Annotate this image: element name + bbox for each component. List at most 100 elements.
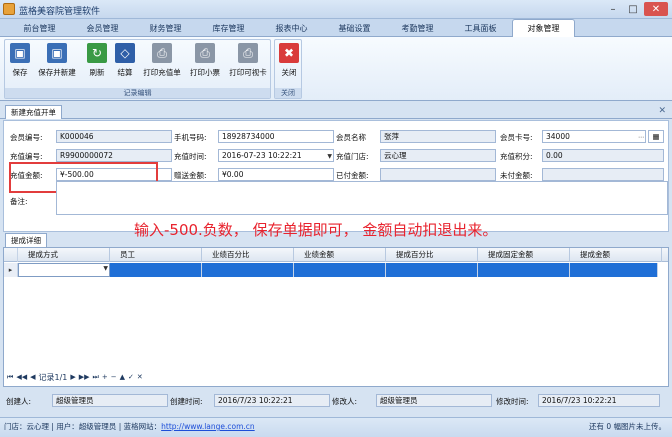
recharge-no-field[interactable]: R9900000072 [56,149,172,162]
status-store: 云心理 [26,422,50,431]
gift-amount-label: 赠送金额: [174,171,207,180]
performance-percent-cell[interactable] [202,263,294,277]
print-receipt-button[interactable]: ⎙ 打印小票 [185,43,225,83]
col-performance-amount[interactable]: 业绩金额 [294,248,386,262]
col-commission-amount[interactable]: 提成金额 [570,248,662,262]
save-new-icon: ▣ [47,43,67,63]
minimize-icon[interactable]: – [604,2,622,16]
status-user: 超级管理员 [78,422,117,431]
paid-field[interactable] [380,168,496,181]
tab-reports[interactable]: 报表中心 [260,19,323,37]
tab-finance[interactable]: 财务管理 [134,19,197,37]
refresh-button[interactable]: ↻ 刷新 [83,43,111,83]
tab-basic-settings[interactable]: 基础设置 [323,19,386,37]
paid-label: 已付金额: [336,171,369,180]
tab-inventory[interactable]: 库存管理 [197,19,260,37]
commission-method-cell[interactable]: ▼ [18,263,110,277]
app-icon [3,3,15,15]
member-no-label: 会员编号: [10,133,43,142]
delete-row-icon[interactable]: − [111,373,117,381]
commission-grid: 提成方式 员工 业绩百分比 业绩金额 提成百分比 提成固定金额 提成金额 ▸ ▼ [3,247,669,387]
card-no-label: 会员卡号: [500,133,533,142]
tab-member[interactable]: 会员管理 [71,19,134,37]
prev-page-icon[interactable]: ◀◀ [16,373,27,381]
col-performance-percent[interactable]: 业绩百分比 [202,248,294,262]
upload-status: 还有 0 幅图片未上传。 [588,422,666,431]
close-tab-icon[interactable]: ✕ [658,106,666,116]
recharge-time-field[interactable]: 2016-07-23 10:22:21 ▼ [218,149,334,162]
card-no-field[interactable]: 34000 ⋯ [542,130,646,143]
ribbon-group-label: 关闭 [275,88,301,98]
member-no-field[interactable]: K000046 [56,130,172,143]
confirm-row-icon[interactable]: ✓ [128,373,134,381]
gift-amount-field[interactable]: ¥0.00 [218,168,334,181]
creator-label: 创建人: [6,397,32,406]
tab-tools[interactable]: 工具面板 [449,19,512,37]
tab-attendance[interactable]: 考勤管理 [386,19,449,37]
next-record-icon[interactable]: ▶ [70,373,75,381]
save-and-new-button[interactable]: ▣ 保存并新建 [35,43,79,83]
member-name-field[interactable]: 张萍 [380,130,496,143]
commission-amount-cell[interactable] [570,263,658,277]
settle-button[interactable]: ◇ 结算 [111,43,139,83]
col-commission-percent[interactable]: 提成百分比 [386,248,478,262]
record-counter: 记录1/1 [38,372,68,382]
memo-label: 备注: [10,197,28,206]
store-field[interactable]: 云心理 [380,149,496,162]
tab-commission-detail[interactable]: 提成详细 [5,233,47,247]
points-label: 充值积分: [500,152,533,161]
status-user-label: 用户： [56,422,79,431]
tab-objects[interactable]: 对象管理 [512,19,575,37]
modified-label: 修改时间: [496,397,529,406]
recharge-form: 会员编号: K000046 手机号码: 18928734000 会员名称 张萍 … [3,120,669,239]
modified-field: 2016/7/23 10:22:21 [538,394,660,407]
close-window-icon[interactable]: ✕ [644,2,668,16]
edit-row-icon[interactable]: ▲ [120,373,125,381]
close-icon: ✖ [279,43,299,63]
ellipsis-icon[interactable]: ⋯ [638,132,644,142]
next-page-icon[interactable]: ▶▶ [79,373,90,381]
printer-icon: ⎙ [152,43,172,63]
menu-tabs: 前台管理 会员管理 财务管理 库存管理 报表中心 基础设置 考勤管理 工具面板 … [0,19,672,37]
prev-record-icon[interactable]: ◀ [30,373,35,381]
created-label: 创建时间: [170,397,203,406]
unpaid-field[interactable] [542,168,664,181]
col-commission-method[interactable]: 提成方式 [18,248,110,262]
last-record-icon[interactable]: ⏭ [93,373,99,382]
add-row-icon[interactable]: + [102,373,108,381]
created-field: 2016/7/23 10:22:21 [214,394,330,407]
refresh-icon: ↻ [87,43,107,63]
ribbon-group-close: ✖ 关闭 关闭 [274,39,302,99]
chevron-down-icon[interactable]: ▼ [327,151,332,161]
recharge-no-label: 充值编号: [10,152,43,161]
recharge-time-value: 2016-07-23 10:22:21 [222,151,302,160]
performance-amount-cell[interactable] [294,263,386,277]
website-link[interactable]: http://www.lange.com.cn [161,422,255,431]
printer-icon: ⎙ [195,43,215,63]
grid-navigator: ⏮ ◀◀ ◀ 记录1/1 ▶ ▶▶ ⏭ + − ▲ ✓ ✕ [3,370,183,384]
close-button[interactable]: ✖ 关闭 [277,43,301,83]
cancel-row-icon[interactable]: ✕ [137,373,143,381]
commission-fixed-cell[interactable] [478,263,570,277]
maximize-icon[interactable]: □ [624,2,642,16]
first-record-icon[interactable]: ⏮ [7,373,13,382]
table-row[interactable]: ▸ ▼ [4,263,668,277]
card-lookup-icon[interactable]: ▦ [648,130,664,143]
tab-new-recharge[interactable]: 新建充值开单 [5,105,62,119]
ribbon-group-label: 记录编辑 [5,88,270,98]
chevron-down-icon[interactable]: ▼ [103,265,108,272]
employee-cell[interactable] [110,263,202,277]
phone-field[interactable]: 18928734000 [218,130,334,143]
col-commission-fixed[interactable]: 提成固定金额 [478,248,570,262]
memo-field[interactable] [56,181,668,215]
print-recharge-button[interactable]: ⎙ 打印充值单 [141,43,183,83]
app-title: 蓝格美容院管理软件 [19,7,101,17]
col-employee[interactable]: 员工 [110,248,202,262]
commission-percent-cell[interactable] [386,263,478,277]
save-button[interactable]: ▣ 保存 [7,43,33,83]
window-controls: – □ ✕ [604,2,668,16]
tab-front-desk[interactable]: 前台管理 [8,19,71,37]
print-card-button[interactable]: ⎙ 打印可视卡 [227,43,269,83]
points-field[interactable]: 0.00 [542,149,664,162]
modifier-field: 超级管理员 [376,394,492,407]
